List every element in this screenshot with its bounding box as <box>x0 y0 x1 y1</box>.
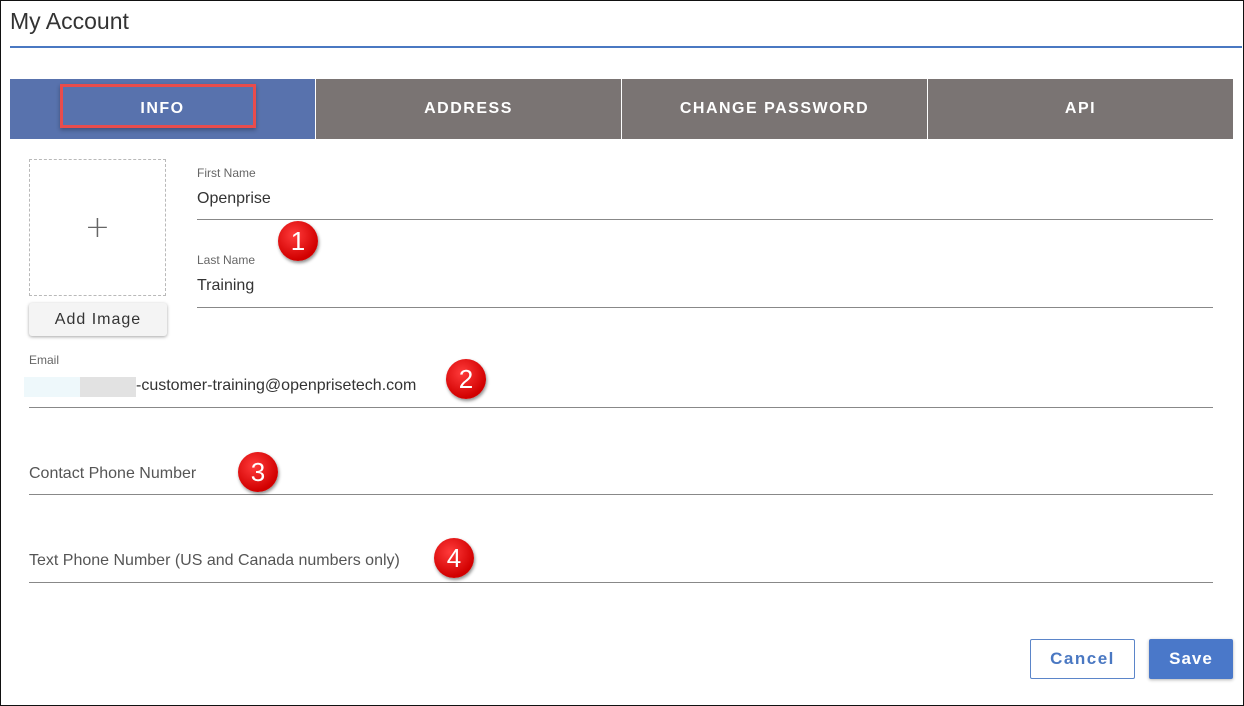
tab-bar: INFO ADDRESS CHANGE PASSWORD API <box>10 79 1233 139</box>
add-image-button[interactable]: Add Image <box>29 303 167 336</box>
email-label: Email <box>29 353 60 367</box>
tab-highlight-box <box>60 84 256 128</box>
text-phone-field[interactable]: Text Phone Number (US and Canada numbers… <box>29 527 1213 583</box>
text-phone-placeholder: Text Phone Number (US and Canada numbers… <box>29 552 400 569</box>
callout-badge-1: 1 <box>278 221 318 261</box>
email-value[interactable]: -customer-training@openprisetech.com <box>136 377 416 395</box>
last-name-value[interactable]: Training <box>197 277 254 295</box>
tab-api-label: API <box>1064 100 1097 117</box>
first-name-label: First Name <box>197 166 256 180</box>
callout-badge-4: 4 <box>434 538 474 578</box>
first-name-field[interactable]: First Name Openprise <box>197 166 1213 220</box>
redaction-block <box>80 377 136 397</box>
last-name-label: Last Name <box>197 253 256 267</box>
page-title: My Account <box>10 8 129 34</box>
contact-phone-field[interactable]: Contact Phone Number <box>29 440 1213 495</box>
tab-change-password-label: CHANGE PASSWORD <box>679 100 870 117</box>
first-name-value[interactable]: Openprise <box>197 190 271 208</box>
tab-address-label: ADDRESS <box>424 100 513 117</box>
save-button[interactable]: Save <box>1149 639 1233 679</box>
title-divider <box>10 46 1242 48</box>
callout-badge-2: 2 <box>446 359 486 399</box>
email-field[interactable]: Email -customer-training@openprisetech.c… <box>29 353 1213 408</box>
tab-change-password[interactable]: CHANGE PASSWORD <box>621 79 927 139</box>
last-name-field[interactable]: Last Name Training <box>197 253 1213 308</box>
callout-badge-3: 3 <box>238 452 278 492</box>
tab-api[interactable]: API <box>927 79 1233 139</box>
contact-phone-placeholder: Contact Phone Number <box>29 465 197 482</box>
plus-icon: + <box>84 209 111 245</box>
tab-info[interactable]: INFO <box>10 79 315 139</box>
image-drop-zone[interactable]: + <box>29 159 166 296</box>
redaction-block <box>24 377 80 397</box>
tab-address[interactable]: ADDRESS <box>315 79 621 139</box>
cancel-button[interactable]: Cancel <box>1030 639 1135 679</box>
